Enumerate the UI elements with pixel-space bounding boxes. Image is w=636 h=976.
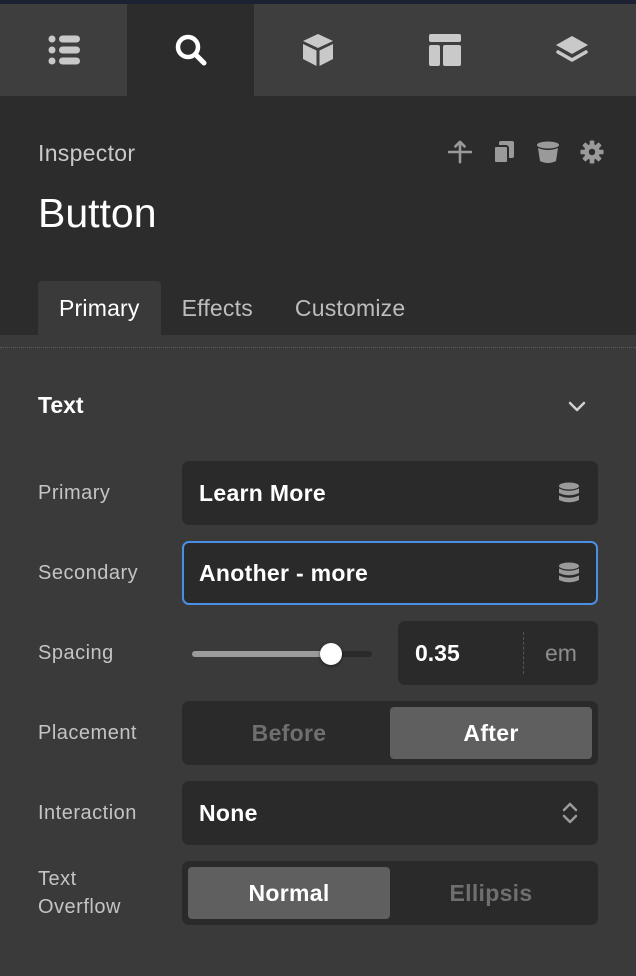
text-overflow-option-ellipsis[interactable]: Ellipsis bbox=[390, 867, 592, 919]
primary-text-field[interactable]: Learn More bbox=[182, 461, 598, 525]
settings-button[interactable] bbox=[580, 138, 604, 166]
placement-option-after[interactable]: After bbox=[390, 707, 592, 759]
duplicate-icon bbox=[493, 141, 514, 164]
placement-option-before[interactable]: Before bbox=[188, 707, 390, 759]
text-overflow-segmented-control: Normal Ellipsis bbox=[182, 861, 598, 925]
tab-layout[interactable] bbox=[382, 4, 509, 96]
tab-outline[interactable] bbox=[0, 4, 127, 96]
primary-label: Primary bbox=[38, 482, 111, 504]
primary-text-value: Learn More bbox=[199, 479, 326, 506]
move-up-button[interactable] bbox=[448, 138, 472, 166]
spacing-label: Spacing bbox=[38, 642, 114, 664]
slider-thumb[interactable] bbox=[320, 643, 342, 665]
text-overflow-label-line1: Text bbox=[38, 868, 77, 890]
interaction-select[interactable]: None bbox=[182, 781, 598, 845]
inspector-label: Inspector bbox=[38, 140, 136, 166]
panel-switcher bbox=[0, 4, 636, 96]
select-arrows-icon bbox=[562, 802, 578, 824]
tab-elements[interactable] bbox=[254, 4, 381, 96]
spacing-value[interactable]: 0.35 bbox=[398, 632, 524, 674]
text-overflow-option-normal[interactable]: Normal bbox=[188, 867, 390, 919]
list-icon bbox=[48, 35, 80, 65]
secondary-text-field[interactable]: Another - more bbox=[182, 541, 598, 605]
tab-customize[interactable]: Customize bbox=[274, 281, 426, 335]
database-icon[interactable] bbox=[557, 561, 581, 585]
text-overflow-label-line2: Overflow bbox=[38, 896, 121, 918]
section-title: Text bbox=[38, 392, 84, 418]
layout-icon bbox=[429, 34, 462, 66]
settings-icon bbox=[580, 140, 604, 164]
secondary-label: Secondary bbox=[38, 562, 139, 584]
divider bbox=[0, 347, 636, 348]
chevron-down-icon[interactable] bbox=[565, 394, 589, 418]
header-actions bbox=[448, 138, 604, 166]
move-up-icon bbox=[448, 140, 472, 164]
tab-primary[interactable]: Primary bbox=[38, 281, 161, 335]
search-icon bbox=[175, 34, 207, 66]
page-title: Button bbox=[38, 190, 157, 236]
delete-button[interactable] bbox=[536, 138, 560, 166]
delete-icon bbox=[537, 141, 559, 163]
secondary-text-value: Another - more bbox=[199, 559, 369, 586]
spacing-unit[interactable]: em bbox=[524, 640, 598, 667]
inspector-tabs: Primary Effects Customize bbox=[38, 281, 426, 335]
tab-layers[interactable] bbox=[509, 4, 636, 96]
database-icon[interactable] bbox=[557, 481, 581, 505]
placement-label: Placement bbox=[38, 722, 137, 744]
tab-inspector[interactable] bbox=[127, 4, 255, 96]
cube-icon bbox=[302, 34, 333, 66]
spacing-number-field[interactable]: 0.35 em bbox=[398, 621, 598, 685]
duplicate-button[interactable] bbox=[492, 138, 516, 166]
interaction-label: Interaction bbox=[38, 802, 137, 824]
placement-segmented-control: Before After bbox=[182, 701, 598, 765]
interaction-value: None bbox=[199, 799, 258, 826]
layers-icon bbox=[556, 36, 589, 62]
tab-effects[interactable]: Effects bbox=[161, 281, 274, 335]
spacing-slider[interactable] bbox=[192, 640, 372, 668]
slider-fill bbox=[192, 651, 331, 657]
